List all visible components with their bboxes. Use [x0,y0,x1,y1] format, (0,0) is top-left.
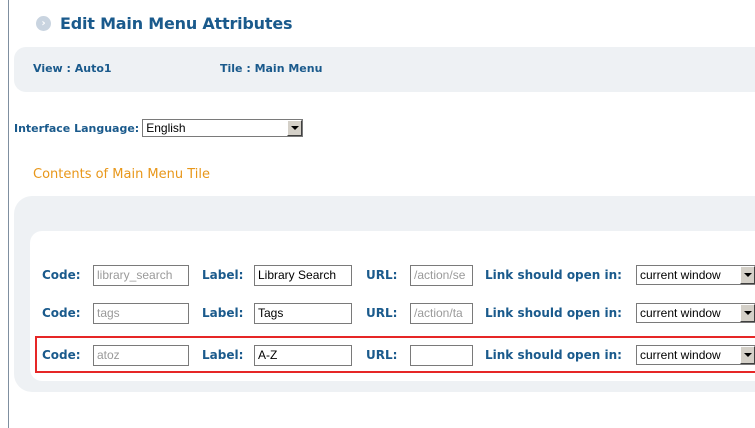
interface-language-row: Interface Language: English [14,119,304,137]
open-in-select[interactable]: current window [636,265,755,285]
view-label: View : Auto1 [33,62,112,75]
left-border [8,0,9,428]
interface-language-label: Interface Language: [14,121,140,135]
dropdown-arrow-icon[interactable] [287,120,303,136]
page-header: › Edit Main Menu Attributes [36,14,293,33]
label-label: Label: [202,306,244,320]
page-title: Edit Main Menu Attributes [60,14,293,33]
menu-row-tags: Code: tags Label: Tags URL: /action/ta L… [42,300,755,326]
open-in-value: current window [640,268,721,282]
url-label: URL: [366,306,398,320]
interface-language-value: English [146,121,186,135]
open-in-label: Link should open in: [485,306,622,320]
open-in-label: Link should open in: [485,268,622,282]
code-label: Code: [42,268,81,282]
code-input[interactable]: tags [93,303,189,324]
open-in-value: current window [640,306,721,320]
menu-row-library-search: Code: library_search Label: Library Sear… [42,262,755,288]
chevron-right-icon: › [36,16,51,31]
url-input[interactable]: /action/se [410,265,473,286]
url-input[interactable]: /action/ta [410,303,473,324]
dropdown-arrow-icon[interactable] [740,304,755,322]
tile-label: Tile : Main Menu [220,62,323,75]
label-input[interactable]: Tags [254,303,352,324]
highlight-box [35,336,755,373]
label-label: Label: [202,268,244,282]
label-input[interactable]: Library Search [254,265,352,286]
info-bar: View : Auto1 Tile : Main Menu [14,47,755,92]
section-title: Contents of Main Menu Tile [33,167,211,182]
open-in-select[interactable]: current window [636,303,755,323]
url-label: URL: [366,268,398,282]
interface-language-select[interactable]: English [142,119,304,137]
code-label: Code: [42,306,81,320]
dropdown-arrow-icon[interactable] [740,266,755,284]
code-input[interactable]: library_search [93,265,189,286]
